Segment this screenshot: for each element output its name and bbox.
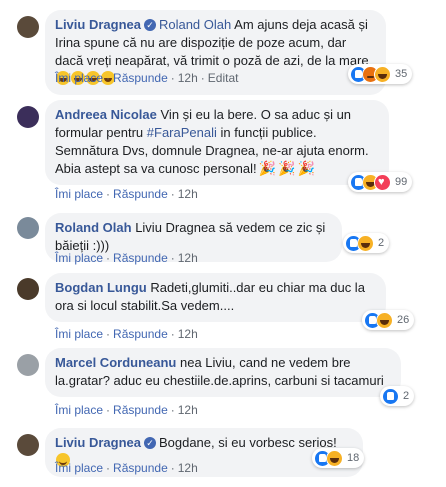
comment-author[interactable]: Bogdan Lungu [55,280,147,295]
reply-link[interactable]: Răspunde [113,187,168,201]
comment-actions: Îmi place · Răspunde · 12h · Editat [55,71,239,85]
comment-actions: Îmi place · Răspunde · 12h [55,251,198,265]
reaction-count: 2 [378,237,385,249]
reaction-count: 26 [397,314,410,326]
like-link[interactable]: Îmi place [55,187,103,201]
reply-link[interactable]: Răspunde [113,403,168,417]
haha-reaction-icon [326,449,343,467]
timestamp[interactable]: 12h [178,71,198,85]
comment-actions: Îmi place · Răspunde · 12h [55,403,198,417]
comment-actions: Îmi place · Răspunde · 12h [55,187,198,201]
reaction-count: 18 [347,452,360,464]
comment-text-line2: Abia astept sa va cunosc personal! [55,161,257,176]
comment-actions: Îmi place · Răspunde · 12h [55,461,198,475]
comment-author[interactable]: Roland Olah [55,220,132,235]
timestamp[interactable]: 12h [178,327,198,341]
love-reaction-icon [374,173,391,191]
comment-author[interactable]: Liviu Dragnea [55,435,141,450]
comment-author[interactable]: Andreea Nicolae [55,107,157,122]
reaction-count: 35 [395,68,408,80]
reaction-count: 2 [403,390,410,402]
reaction-summary[interactable]: 99 [348,172,413,192]
verified-badge-icon: ✓ [143,19,156,31]
avatar[interactable] [17,354,39,376]
like-link[interactable]: Îmi place [55,71,103,85]
avatar[interactable] [17,106,39,128]
timestamp[interactable]: 12h [178,461,198,475]
comment-bubble: Marcel Corduneanu nea Liviu, cand ne ved… [45,348,401,397]
comment-author[interactable]: Marcel Corduneanu [55,355,176,370]
reaction-summary[interactable]: 2 [380,386,415,406]
reaction-summary[interactable]: 26 [362,310,415,330]
comment-bubble: Bogdan Lungu Radeti,glumiti..dar eu chia… [45,273,386,322]
reaction-summary[interactable]: 18 [312,448,365,468]
avatar[interactable] [17,16,39,38]
comment-bubble: Andreea Nicolae Vin și eu la bere. O sa … [45,100,389,185]
mention-link[interactable]: Roland Olah [159,17,231,32]
timestamp[interactable]: 12h [178,187,198,201]
avatar[interactable] [17,434,39,456]
reply-link[interactable]: Răspunde [113,71,168,85]
reply-link[interactable]: Răspunde [113,327,168,341]
party-popper-icon: 🎉 [258,160,277,176]
reply-link[interactable]: Răspunde [113,251,168,265]
avatar[interactable] [17,278,39,300]
edited-label[interactable]: Editat [208,71,239,85]
like-link[interactable]: Îmi place [55,461,103,475]
reaction-count: 99 [395,176,408,188]
timestamp[interactable]: 12h [178,251,198,265]
reply-link[interactable]: Răspunde [113,461,168,475]
party-popper-icon: 🎉 [297,160,315,176]
like-link[interactable]: Îmi place [55,327,103,341]
reaction-summary[interactable]: 35 [348,64,413,84]
comment-text: Bogdane, si eu vorbesc serios! [158,435,337,450]
avatar[interactable] [17,217,39,239]
like-link[interactable]: Îmi place [55,403,103,417]
party-popper-icon: 🎉 [278,160,296,176]
haha-reaction-icon [376,311,393,329]
comment-author[interactable]: Liviu Dragnea [55,17,141,32]
comment-actions: Îmi place · Răspunde · 12h [55,327,198,341]
hashtag-link[interactable]: #FaraPenali [147,125,217,140]
reaction-summary[interactable]: 2 [343,233,390,253]
verified-badge-icon: ✓ [143,437,156,449]
timestamp[interactable]: 12h [178,403,198,417]
like-reaction-icon [382,387,399,405]
haha-reaction-icon [357,234,374,252]
like-link[interactable]: Îmi place [55,251,103,265]
haha-reaction-icon [374,65,391,83]
